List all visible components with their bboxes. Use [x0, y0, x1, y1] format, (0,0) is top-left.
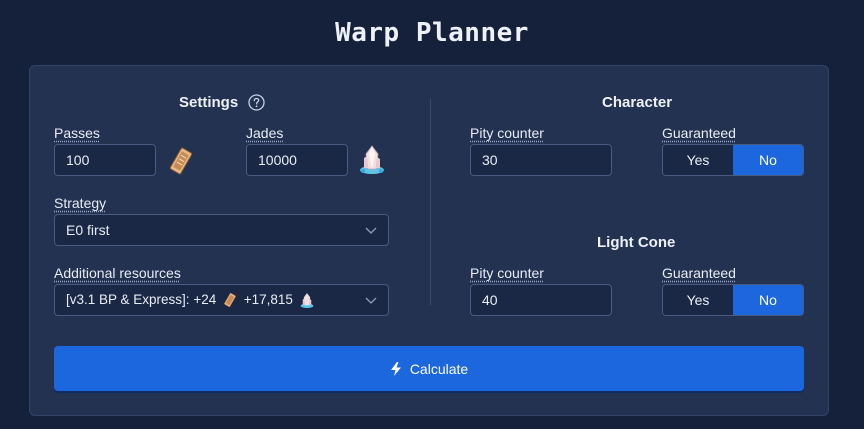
lightning-bolt-icon	[390, 361, 401, 376]
settings-title: Settings	[179, 94, 239, 111]
character-guaranteed-yes[interactable]: Yes	[663, 145, 733, 175]
light-cone-guaranteed-no[interactable]: No	[733, 285, 803, 315]
calculate-label: Calculate	[409, 360, 469, 377]
chevron-down-icon	[365, 297, 377, 304]
character-title: Character	[602, 94, 673, 111]
strategy-select[interactable]: E0 first	[54, 214, 389, 246]
jades-label: Jades	[246, 125, 284, 141]
light-cone-pity-label: Pity counter	[470, 265, 544, 281]
light-cone-guaranteed-toggle[interactable]: Yes No	[662, 284, 804, 316]
resources-passes-amount: +24	[193, 292, 217, 307]
planner-card: Settings Passes 100 Jades 10000 Strategy…	[29, 65, 829, 416]
jades-input[interactable]: 10000	[246, 144, 348, 176]
jade-crystal-icon	[300, 293, 314, 308]
character-guaranteed-toggle[interactable]: Yes No	[662, 144, 804, 176]
additional-resources-select[interactable]: [v3.1 BP & Express]: +24 +17,815	[54, 284, 389, 316]
chevron-down-icon	[365, 227, 377, 234]
pass-ticket-icon	[169, 147, 193, 175]
light-cone-title: Light Cone	[597, 234, 676, 251]
question-circle-icon[interactable]	[248, 94, 265, 111]
additional-resources-label: Additional resources	[54, 265, 181, 281]
light-cone-guaranteed-label: Guaranteed	[662, 265, 736, 281]
strategy-label: Strategy	[54, 195, 107, 211]
resources-prefix: [v3.1 BP & Express]:	[66, 292, 190, 307]
column-divider	[430, 98, 431, 305]
strategy-value: E0 first	[66, 222, 110, 238]
resources-jades-amount: +17,815	[243, 292, 293, 307]
character-guaranteed-no[interactable]: No	[733, 145, 803, 175]
pass-ticket-icon	[224, 293, 236, 308]
light-cone-guaranteed-yes[interactable]: Yes	[663, 285, 733, 315]
character-pity-input[interactable]: 30	[470, 144, 612, 176]
light-cone-pity-input[interactable]: 40	[470, 284, 612, 316]
character-pity-label: Pity counter	[470, 125, 544, 141]
jade-crystal-icon	[360, 145, 384, 174]
passes-input[interactable]: 100	[54, 144, 156, 176]
page-title: Warp Planner	[335, 18, 529, 48]
character-guaranteed-label: Guaranteed	[662, 125, 736, 141]
calculate-button[interactable]: Calculate	[54, 346, 804, 391]
passes-label: Passes	[54, 125, 100, 141]
